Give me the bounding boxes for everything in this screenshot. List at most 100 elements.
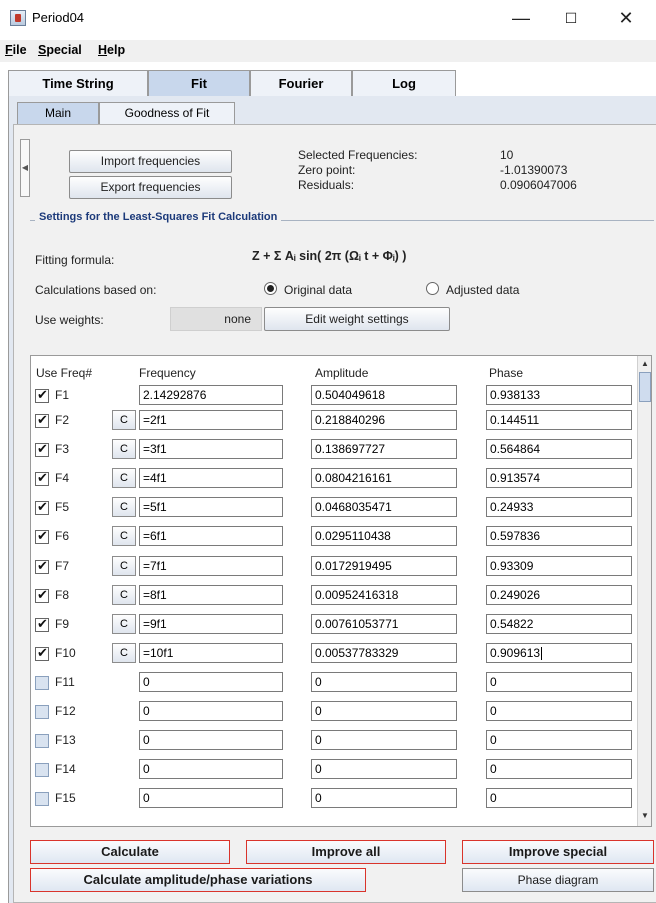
use-freq-checkbox[interactable] (35, 705, 49, 719)
edit-weight-settings-button[interactable]: Edit weight settings (264, 307, 450, 331)
frequency-field[interactable]: 0 (139, 759, 283, 780)
phase-diagram-button[interactable]: Phase diagram (462, 868, 654, 892)
phase-field[interactable]: 0 (486, 701, 632, 721)
use-freq-checkbox[interactable] (35, 558, 49, 574)
collapse-left-icon[interactable]: ◀ (20, 139, 30, 197)
amplitude-field[interactable]: 0 (311, 730, 457, 751)
improve-all-button[interactable]: Improve all (246, 840, 446, 864)
use-freq-checkbox[interactable] (35, 528, 49, 545)
scroll-up-icon[interactable]: ▲ (640, 359, 650, 369)
close-icon[interactable]: ✕ (611, 4, 641, 32)
menu-help[interactable]: Help (98, 43, 125, 57)
tab-time-string[interactable]: Time String (8, 70, 148, 96)
use-freq-checkbox[interactable] (35, 734, 49, 749)
frequency-field[interactable]: =7f1 (139, 555, 283, 576)
composition-button[interactable]: C (112, 468, 136, 489)
amplitude-field[interactable]: 0.0172919495 (311, 555, 457, 576)
phase-field[interactable]: 0.564864 (486, 439, 632, 460)
phase-field[interactable]: 0.909613 (486, 642, 632, 663)
tab-log[interactable]: Log (352, 70, 456, 96)
amplitude-field[interactable]: 0.00537783329 (311, 642, 457, 663)
scroll-down-icon[interactable]: ▼ (640, 811, 650, 821)
use-freq-checkbox[interactable] (35, 387, 49, 403)
phase-field[interactable]: 0.144511 (486, 410, 632, 430)
frequency-field[interactable]: =8f1 (139, 584, 283, 605)
amplitude-field[interactable]: 0.218840296 (311, 410, 457, 430)
use-freq-checkbox[interactable] (35, 499, 49, 516)
menu-file[interactable]: File (5, 43, 27, 57)
amplitude-field[interactable]: 0 (311, 701, 457, 721)
use-freq-checkbox[interactable] (35, 645, 49, 661)
phase-field[interactable]: 0.93309 (486, 555, 632, 576)
menu-special[interactable]: Special (38, 43, 82, 57)
tab-main[interactable]: Main (17, 102, 99, 124)
frequency-field[interactable]: 0 (139, 671, 283, 692)
composition-button[interactable]: C (112, 642, 136, 663)
composition-button[interactable]: C (112, 555, 136, 576)
phase-field[interactable]: 0 (486, 759, 632, 780)
table-row: F8 C=8f1 0.00952416318 0.249026 (31, 582, 633, 612)
tab-fourier[interactable]: Fourier (250, 70, 352, 96)
phase-field[interactable]: 0 (486, 730, 632, 751)
composition-button[interactable]: C (112, 613, 136, 634)
frequency-field[interactable]: 0 (139, 701, 283, 721)
maximize-icon[interactable]: ☐ (556, 4, 586, 32)
amplitude-field[interactable]: 0.00952416318 (311, 584, 457, 605)
frequency-field[interactable]: 2.14292876 (139, 385, 283, 405)
table-row: F4 C=4f1 0.0804216161 0.913574 (31, 465, 633, 495)
phase-field[interactable]: 0.938133 (486, 385, 632, 405)
frequency-field[interactable]: =6f1 (139, 526, 283, 547)
frequency-field[interactable]: 0 (139, 788, 283, 809)
amplitude-field[interactable]: 0.504049618 (311, 385, 457, 405)
composition-button[interactable]: C (112, 410, 136, 430)
composition-button[interactable]: C (112, 526, 136, 547)
amplitude-field[interactable]: 0 (311, 788, 457, 809)
amplitude-field[interactable]: 0.0804216161 (311, 468, 457, 489)
amplitude-field[interactable]: 0 (311, 759, 457, 780)
amplitude-field[interactable]: 0.00761053771 (311, 613, 457, 634)
original-data-radio[interactable] (264, 282, 277, 295)
frequency-field[interactable]: =4f1 (139, 468, 283, 489)
phase-field[interactable]: 0 (486, 788, 632, 809)
tab-goodness-of-fit[interactable]: Goodness of Fit (99, 102, 235, 124)
composition-button[interactable]: C (112, 584, 136, 605)
frequency-field[interactable]: 0 (139, 730, 283, 751)
tab-fit[interactable]: Fit (148, 70, 250, 96)
amplitude-field[interactable]: 0.0468035471 (311, 497, 457, 518)
use-freq-checkbox[interactable] (35, 675, 49, 690)
amplitude-field[interactable]: 0.0295110438 (311, 526, 457, 547)
minimize-icon[interactable]: — (506, 4, 536, 32)
frequency-field[interactable]: =9f1 (139, 613, 283, 634)
use-freq-checkbox[interactable] (35, 412, 49, 428)
use-freq-checkbox[interactable] (35, 470, 49, 487)
use-freq-checkbox[interactable] (35, 441, 49, 458)
composition-button[interactable]: C (112, 439, 136, 460)
calculate-variations-button[interactable]: Calculate amplitude/phase variations (30, 868, 366, 892)
phase-field[interactable]: 0.913574 (486, 468, 632, 489)
composition-button[interactable]: C (112, 497, 136, 518)
use-freq-checkbox[interactable] (35, 587, 49, 603)
phase-field[interactable]: 0.24933 (486, 497, 632, 518)
table-scrollbar[interactable]: ▲ ▼ (637, 356, 651, 826)
use-freq-checkbox[interactable] (35, 616, 49, 632)
improve-special-button[interactable]: Improve special (462, 840, 654, 864)
use-freq-checkbox[interactable] (35, 792, 49, 807)
calculate-button[interactable]: Calculate (30, 840, 230, 864)
export-frequencies-button[interactable]: Export frequencies (69, 176, 232, 199)
adjusted-data-radio[interactable] (426, 282, 439, 295)
scroll-thumb[interactable] (639, 372, 651, 402)
amplitude-field[interactable]: 0.138697727 (311, 439, 457, 460)
frequency-field[interactable]: =5f1 (139, 497, 283, 518)
frequency-field[interactable]: =2f1 (139, 410, 283, 430)
phase-field[interactable]: 0.54822 (486, 613, 632, 634)
amplitude-field[interactable]: 0 (311, 671, 457, 692)
table-row: F14 0 0 0 (31, 756, 633, 786)
frequency-field[interactable]: =3f1 (139, 439, 283, 460)
use-freq-checkbox[interactable] (35, 763, 49, 778)
frequency-field[interactable]: =10f1 (139, 642, 283, 663)
table-row: F7 C=7f1 0.0172919495 0.93309 (31, 553, 633, 583)
phase-field[interactable]: 0 (486, 671, 632, 692)
phase-field[interactable]: 0.249026 (486, 584, 632, 605)
import-frequencies-button[interactable]: Import frequencies (69, 150, 232, 173)
phase-field[interactable]: 0.597836 (486, 526, 632, 547)
